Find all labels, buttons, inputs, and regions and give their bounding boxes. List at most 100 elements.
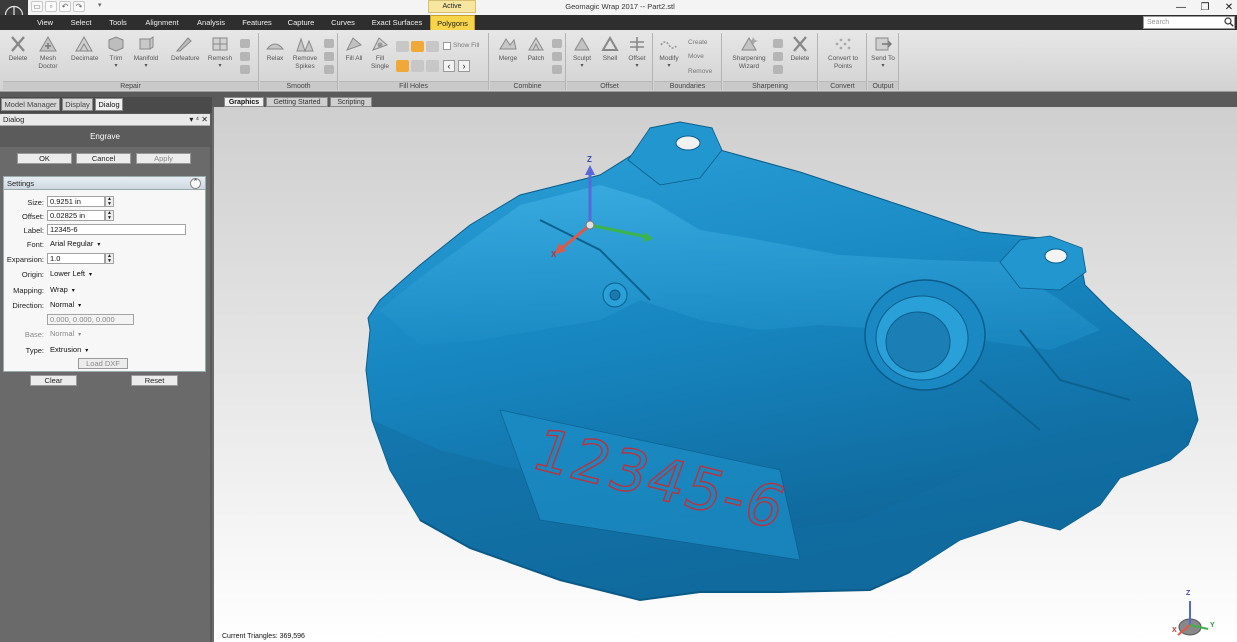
smooth-small-1-icon[interactable]	[324, 39, 334, 48]
manifold-button[interactable]: Manifold ▾	[133, 35, 159, 70]
sharpening-small-2-icon[interactable]	[773, 52, 783, 61]
sculpt-button[interactable]: Sculpt ▾	[569, 35, 595, 70]
dialog-panel-controls[interactable]: ▾ ⁴ ✕	[170, 114, 210, 126]
expansion-spinner[interactable]: ▲ ▼	[105, 253, 114, 264]
combine-small-3-icon[interactable]	[552, 65, 562, 74]
offset-dropdown-icon[interactable]: ▾	[624, 63, 650, 71]
remesh-button[interactable]: Remesh ▾	[207, 35, 233, 70]
reset-button[interactable]: Reset	[131, 375, 178, 386]
convert-to-points-button[interactable]: Convert to Points	[822, 35, 864, 70]
brake-caliper-mesh[interactable]	[212, 107, 1237, 642]
base-dropdown[interactable]: Normal ▾	[48, 328, 98, 339]
menu-features[interactable]: Features	[236, 15, 278, 30]
tab-model-manager[interactable]: Model Manager	[1, 98, 60, 111]
size-field[interactable]: 0.9251 in	[47, 196, 105, 207]
mapping-dropdown[interactable]: Wrap ▾	[48, 284, 92, 295]
corner-orientation-triad-icon[interactable]	[1172, 595, 1216, 639]
size-spinner[interactable]: ▲ ▼	[105, 196, 114, 207]
merge-button[interactable]: Merge	[495, 35, 521, 63]
sharpening-small-3-icon[interactable]	[773, 65, 783, 74]
clear-button[interactable]: Clear	[30, 375, 77, 386]
offset-field[interactable]: 0.02825 in	[47, 210, 105, 221]
sharpening-delete-button[interactable]: Delete	[787, 35, 813, 63]
direction-dropdown[interactable]: Normal ▾	[48, 299, 98, 310]
send-to-button[interactable]: Send To ▾	[870, 35, 896, 70]
delete-button[interactable]: Delete	[5, 35, 31, 63]
sharpening-small-1-icon[interactable]	[773, 39, 783, 48]
menu-tools[interactable]: Tools	[102, 15, 134, 30]
load-dxf-button[interactable]: Load DXF	[78, 358, 128, 369]
send-to-dropdown-icon[interactable]: ▾	[870, 63, 896, 71]
menu-select[interactable]: Select	[64, 15, 98, 30]
menu-exact-surfaces[interactable]: Exact Surfaces	[366, 15, 428, 30]
manifold-dropdown-icon[interactable]: ▾	[133, 63, 159, 71]
defeature-button[interactable]: Defeature	[171, 35, 200, 63]
repair-small-2-icon[interactable]	[240, 52, 250, 61]
relax-button[interactable]: Relax	[262, 35, 288, 63]
fill-all-button[interactable]: Fill All	[341, 35, 367, 63]
trim-button[interactable]: Trim ▾	[103, 35, 129, 70]
show-fill-checkbox[interactable]	[443, 42, 451, 50]
tab-graphics[interactable]: Graphics	[224, 97, 264, 107]
expansion-field[interactable]: 1.0	[47, 253, 105, 264]
origin-dropdown[interactable]: Lower Left ▾	[48, 268, 108, 279]
maximize-button[interactable]: ❐	[1192, 0, 1218, 15]
fill-bridge-icon[interactable]	[426, 41, 439, 52]
quick-access-dropdown-icon[interactable]: ▾	[98, 1, 102, 9]
graphics-viewport[interactable]: 12345-6 Z X Z X Y	[212, 107, 1237, 642]
smooth-small-3-icon[interactable]	[324, 65, 334, 74]
undo-icon[interactable]: ↶	[59, 1, 71, 12]
menu-view[interactable]: View	[30, 15, 60, 30]
fill-tangent-icon[interactable]	[411, 60, 424, 72]
shell-button[interactable]: Shell	[597, 35, 623, 63]
label-field[interactable]: 12345-6	[47, 224, 186, 235]
create-boundary-button[interactable]: Create	[688, 39, 708, 46]
previous-hole-icon[interactable]: ‹	[443, 60, 455, 72]
quick-save-icon[interactable]: ▭	[31, 1, 43, 12]
tab-display[interactable]: Display	[62, 98, 93, 111]
menu-polygons[interactable]: Polygons	[430, 15, 475, 30]
fill-flat-icon[interactable]	[396, 60, 409, 72]
menu-alignment[interactable]: Alignment	[138, 15, 186, 30]
remove-spikes-button[interactable]: Remove Spikes	[290, 35, 320, 70]
tab-scripting[interactable]: Scripting	[330, 97, 372, 107]
close-button[interactable]: ✕	[1216, 0, 1237, 15]
fill-curvature-icon[interactable]	[426, 60, 439, 72]
fill-complete-icon[interactable]	[396, 41, 409, 52]
direction-vector-field[interactable]: 0.000, 0.000, 0.000	[47, 314, 134, 325]
combine-small-2-icon[interactable]	[552, 52, 562, 61]
menu-curves[interactable]: Curves	[324, 15, 362, 30]
repair-small-3-icon[interactable]	[240, 65, 250, 74]
type-dropdown[interactable]: Extrusion ▾	[48, 344, 104, 355]
sharpening-wizard-button[interactable]: Sharpening Wizard	[729, 35, 769, 70]
menu-capture[interactable]: Capture	[282, 15, 320, 30]
redo-icon[interactable]: ↷	[73, 1, 85, 12]
ok-button[interactable]: OK	[17, 153, 72, 164]
decimate-button[interactable]: Decimate	[71, 35, 98, 63]
menu-analysis[interactable]: Analysis	[190, 15, 232, 30]
font-dropdown[interactable]: Arial Regular ▾	[48, 238, 116, 249]
apply-button[interactable]: Apply	[136, 153, 191, 164]
combine-small-1-icon[interactable]	[552, 39, 562, 48]
settings-header[interactable]: Settings	[3, 176, 206, 190]
next-hole-icon[interactable]: ›	[458, 60, 470, 72]
quick-open-icon[interactable]: ▫	[45, 1, 57, 12]
mesh-doctor-button[interactable]: Mesh Doctor	[35, 35, 61, 70]
remesh-dropdown-icon[interactable]: ▾	[207, 63, 233, 71]
patch-button[interactable]: Patch	[523, 35, 549, 63]
fill-single-button[interactable]: Fill Single	[367, 35, 393, 70]
minimize-button[interactable]: —	[1168, 0, 1194, 15]
tab-getting-started[interactable]: Getting Started	[266, 97, 328, 107]
tab-dialog[interactable]: Dialog	[95, 98, 123, 111]
fill-partial-icon[interactable]	[411, 41, 424, 52]
modify-button[interactable]: Modify ▾	[656, 35, 682, 70]
offset-button[interactable]: Offset ▾	[624, 35, 650, 70]
search-icon[interactable]	[1224, 17, 1234, 27]
offset-spinner[interactable]: ▲ ▼	[105, 210, 114, 221]
sculpt-dropdown-icon[interactable]: ▾	[569, 63, 595, 71]
remove-boundary-button[interactable]: Remove	[688, 68, 712, 75]
collapse-chevron-icon[interactable]: ⌃	[190, 178, 201, 189]
search-input[interactable]: Search	[1143, 16, 1235, 29]
modify-dropdown-icon[interactable]: ▾	[656, 63, 682, 71]
trim-dropdown-icon[interactable]: ▾	[103, 63, 129, 71]
